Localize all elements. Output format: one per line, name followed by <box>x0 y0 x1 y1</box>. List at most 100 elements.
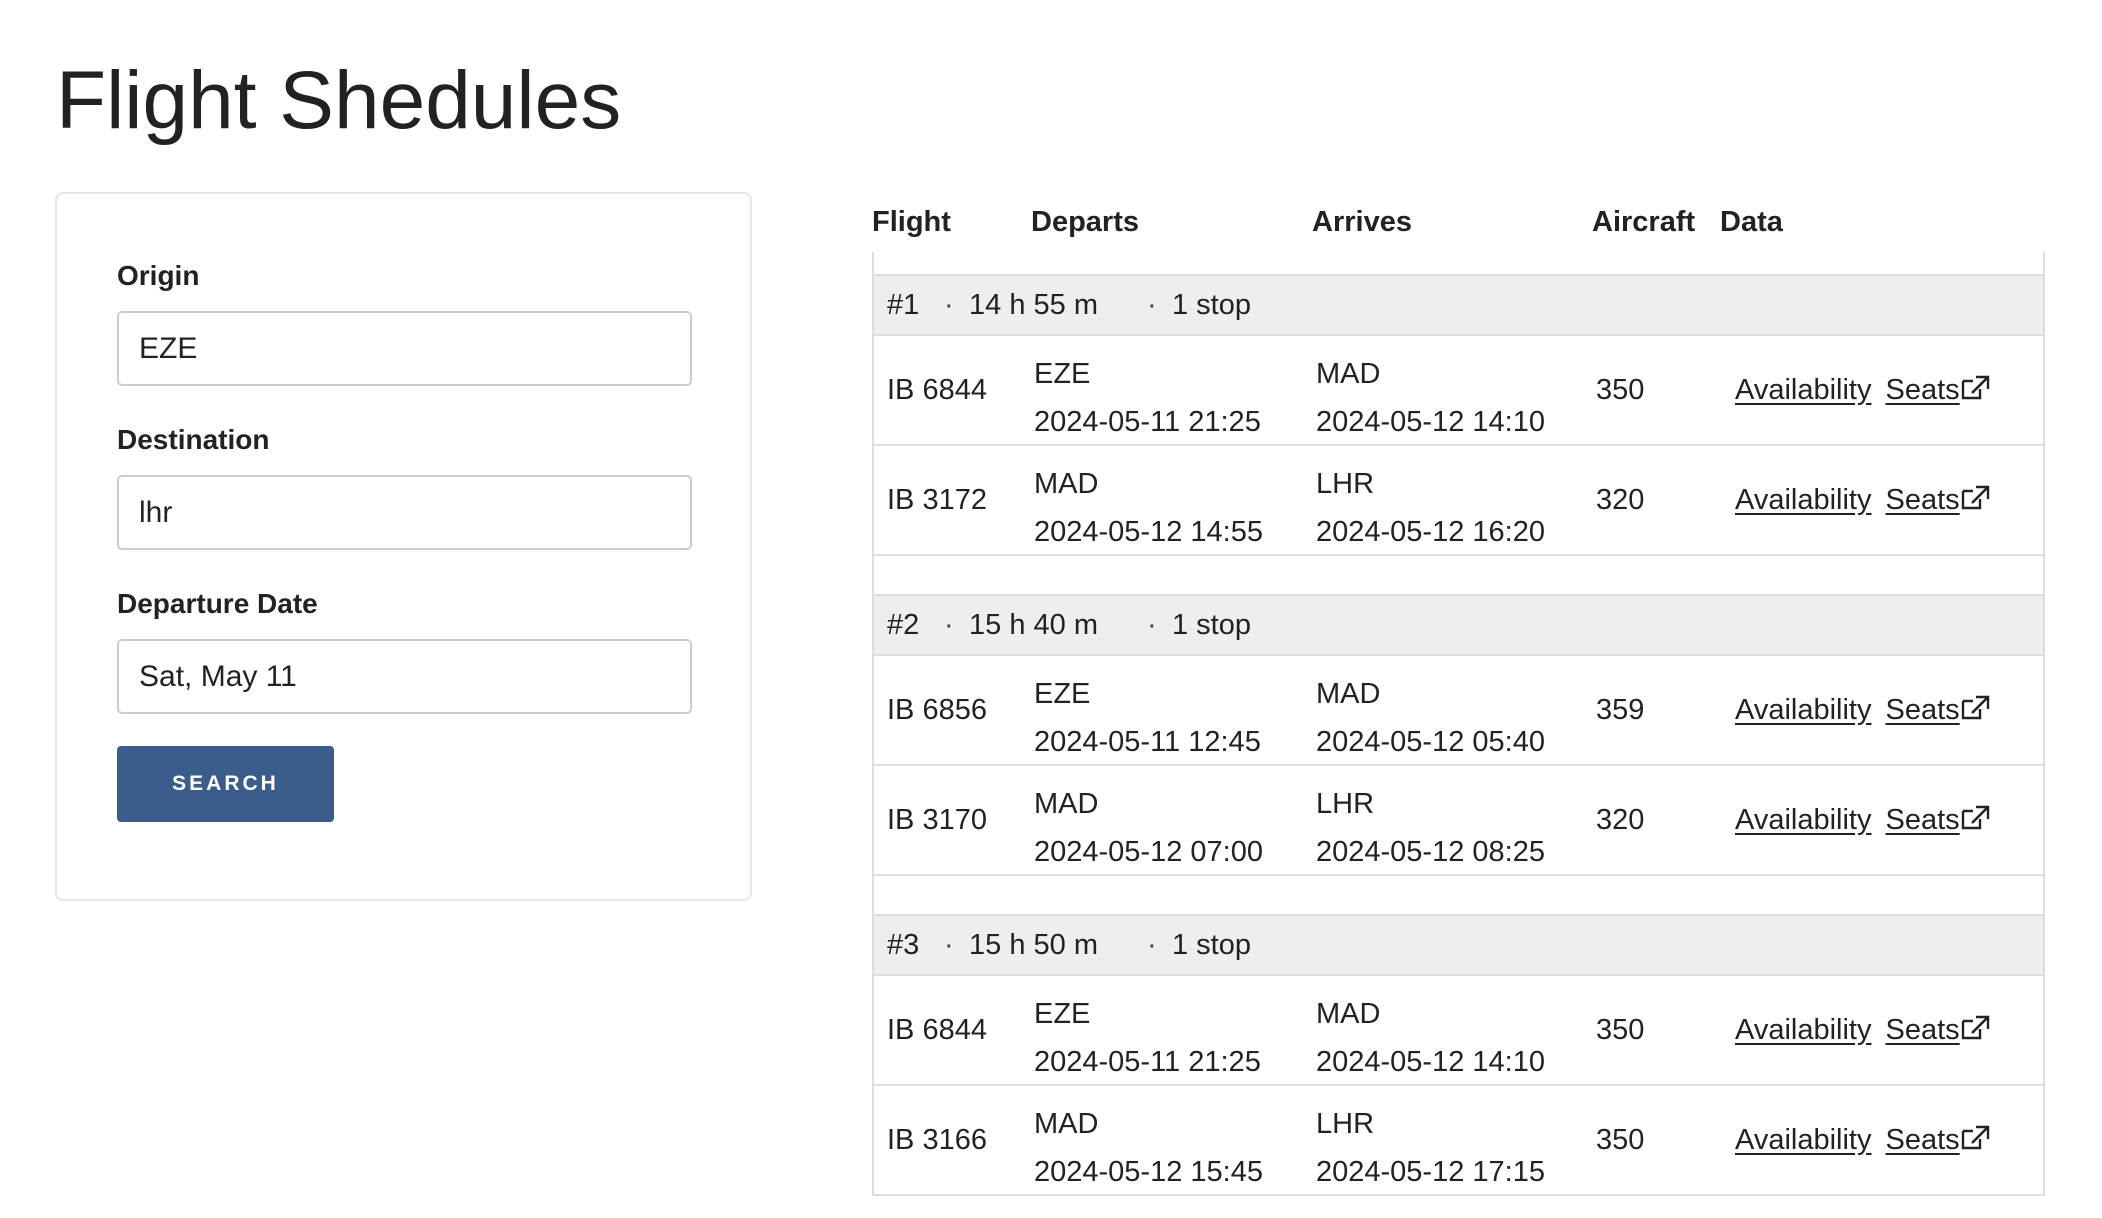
results-body: #1 · 14 h 55 m · 1 stop IB 6844 EZE 2024-05-11 … <box>872 252 2045 1196</box>
aircraft-type: 350 <box>1596 1014 1645 1046</box>
flight-number: IB 3170 <box>887 804 987 836</box>
itinerary-duration: 15 h 50 m <box>969 929 1098 961</box>
itinerary-summary: #3 · 15 h 50 m · 1 stop <box>874 914 2043 976</box>
availability-link[interactable]: Availability <box>1735 694 1871 726</box>
seats-link-label: Seats <box>1885 694 1960 726</box>
departure-time: 2024-05-12 07:00 <box>1034 836 1263 868</box>
aircraft-type: 350 <box>1596 1124 1645 1156</box>
seats-link[interactable]: Seats <box>1885 484 1989 516</box>
flight-row: IB 6844 EZE 2024-05-11 21:25 MAD 2024-05-12 … <box>874 976 2043 1086</box>
aircraft-type: 320 <box>1596 804 1645 836</box>
seats-link-label: Seats <box>1885 374 1960 406</box>
external-link-icon <box>1960 1014 1990 1046</box>
departure-airport: EZE <box>1034 678 1091 710</box>
departure-time: 2024-05-12 15:45 <box>1034 1156 1263 1188</box>
origin-input[interactable] <box>117 311 692 386</box>
data-links: Availability Seats <box>1735 804 1990 837</box>
separator-dot: · <box>944 609 954 641</box>
arrival-info: LHR 2024-05-12 08:25 <box>1316 780 1545 876</box>
seats-link-label: Seats <box>1885 484 1960 516</box>
itinerary-group: #1 · 14 h 55 m · 1 stop IB 6844 EZE 2024-05-11 … <box>874 274 2043 556</box>
destination-input[interactable] <box>117 475 692 550</box>
arrival-info: MAD 2024-05-12 14:10 <box>1316 350 1545 446</box>
itinerary-duration: 14 h 55 m <box>969 289 1098 321</box>
seats-link[interactable]: Seats <box>1885 804 1989 836</box>
flight-number: IB 3172 <box>887 484 987 516</box>
availability-link[interactable]: Availability <box>1735 1124 1871 1156</box>
data-links: Availability Seats <box>1735 1124 1990 1157</box>
itinerary-number: #1 <box>887 289 920 321</box>
search-form-card: Origin Destination Departure Date SEARCH <box>55 192 752 901</box>
departure-info: EZE 2024-05-11 21:25 <box>1034 350 1261 446</box>
arrival-info: LHR 2024-05-12 16:20 <box>1316 460 1545 556</box>
flight-row: IB 3170 MAD 2024-05-12 07:00 LHR 2024-05-12 … <box>874 766 2043 876</box>
flight-number: IB 6844 <box>887 374 987 406</box>
departure-time: 2024-05-11 21:25 <box>1034 1046 1261 1078</box>
seats-link[interactable]: Seats <box>1885 1014 1989 1046</box>
departure-info: MAD 2024-05-12 07:00 <box>1034 780 1263 876</box>
flight-row: IB 6844 EZE 2024-05-11 21:25 MAD 2024-05-12 … <box>874 336 2043 446</box>
availability-link[interactable]: Availability <box>1735 484 1871 516</box>
data-links: Availability Seats <box>1735 1014 1990 1047</box>
separator-dot: · <box>1147 289 1157 321</box>
departure-date-label: Departure Date <box>117 588 318 619</box>
availability-link[interactable]: Availability <box>1735 804 1871 836</box>
flight-row: IB 3172 MAD 2024-05-12 14:55 LHR 2024-05-12 … <box>874 446 2043 556</box>
destination-label: Destination <box>117 424 270 455</box>
flight-number: IB 3166 <box>887 1124 987 1156</box>
arrival-airport: MAD <box>1316 678 1381 710</box>
arrival-time: 2024-05-12 14:10 <box>1316 406 1545 438</box>
flight-results-table: Flight Departs Arrives Aircraft Data #1 ·… <box>872 192 2047 1218</box>
data-links: Availability Seats <box>1735 374 1990 407</box>
seats-link[interactable]: Seats <box>1885 694 1989 726</box>
departure-airport: EZE <box>1034 998 1091 1030</box>
page-title: Flight Shedules <box>56 55 622 146</box>
itinerary-group: #2 · 15 h 40 m · 1 stop IB 6856 EZE 2024-05-11 … <box>874 594 2043 876</box>
departure-info: EZE 2024-05-11 21:25 <box>1034 990 1261 1086</box>
aircraft-type: 350 <box>1596 374 1645 406</box>
arrival-airport: LHR <box>1316 1108 1375 1140</box>
external-link-icon <box>1960 374 1990 406</box>
arrival-time: 2024-05-12 08:25 <box>1316 836 1545 868</box>
itinerary-summary: #1 · 14 h 55 m · 1 stop <box>874 274 2043 336</box>
availability-link[interactable]: Availability <box>1735 1014 1871 1046</box>
flight-row: IB 3166 MAD 2024-05-12 15:45 LHR 2024-05-12 … <box>874 1086 2043 1196</box>
itinerary-number: #2 <box>887 609 920 641</box>
separator-dot: · <box>1147 929 1157 961</box>
separator-dot: · <box>1147 609 1157 641</box>
itinerary-stops: 1 stop <box>1172 609 1251 641</box>
external-link-icon <box>1960 484 1990 516</box>
seats-link[interactable]: Seats <box>1885 374 1989 406</box>
arrival-info: MAD 2024-05-12 14:10 <box>1316 990 1545 1086</box>
arrival-airport: MAD <box>1316 358 1381 390</box>
itinerary-group: #3 · 15 h 50 m · 1 stop IB 6844 EZE 2024-05-11 … <box>874 914 2043 1196</box>
search-button[interactable]: SEARCH <box>117 746 334 822</box>
departure-airport: MAD <box>1034 1108 1099 1140</box>
flight-row: IB 6856 EZE 2024-05-11 12:45 MAD 2024-05-12 … <box>874 656 2043 766</box>
external-link-icon <box>1960 1124 1990 1156</box>
external-link-icon <box>1960 694 1990 726</box>
itinerary-number: #3 <box>887 929 920 961</box>
arrival-airport: MAD <box>1316 998 1381 1030</box>
flight-number: IB 6844 <box>887 1014 987 1046</box>
arrival-time: 2024-05-12 17:15 <box>1316 1156 1545 1188</box>
arrival-info: MAD 2024-05-12 05:40 <box>1316 670 1545 766</box>
departure-time: 2024-05-12 14:55 <box>1034 516 1263 548</box>
itinerary-stops: 1 stop <box>1172 289 1251 321</box>
departure-info: MAD 2024-05-12 14:55 <box>1034 460 1263 556</box>
arrival-info: LHR 2024-05-12 17:15 <box>1316 1100 1545 1196</box>
seats-link[interactable]: Seats <box>1885 1124 1989 1156</box>
availability-link[interactable]: Availability <box>1735 374 1871 406</box>
aircraft-type: 320 <box>1596 484 1645 516</box>
external-link-icon <box>1960 804 1990 836</box>
departure-date-input[interactable] <box>117 639 692 714</box>
seats-link-label: Seats <box>1885 1014 1960 1046</box>
aircraft-type: 359 <box>1596 694 1645 726</box>
arrival-airport: LHR <box>1316 788 1375 820</box>
column-header-arrives: Arrives <box>1312 206 1412 238</box>
seats-link-label: Seats <box>1885 1124 1960 1156</box>
departure-time: 2024-05-11 21:25 <box>1034 406 1261 438</box>
column-header-departs: Departs <box>1031 206 1139 238</box>
